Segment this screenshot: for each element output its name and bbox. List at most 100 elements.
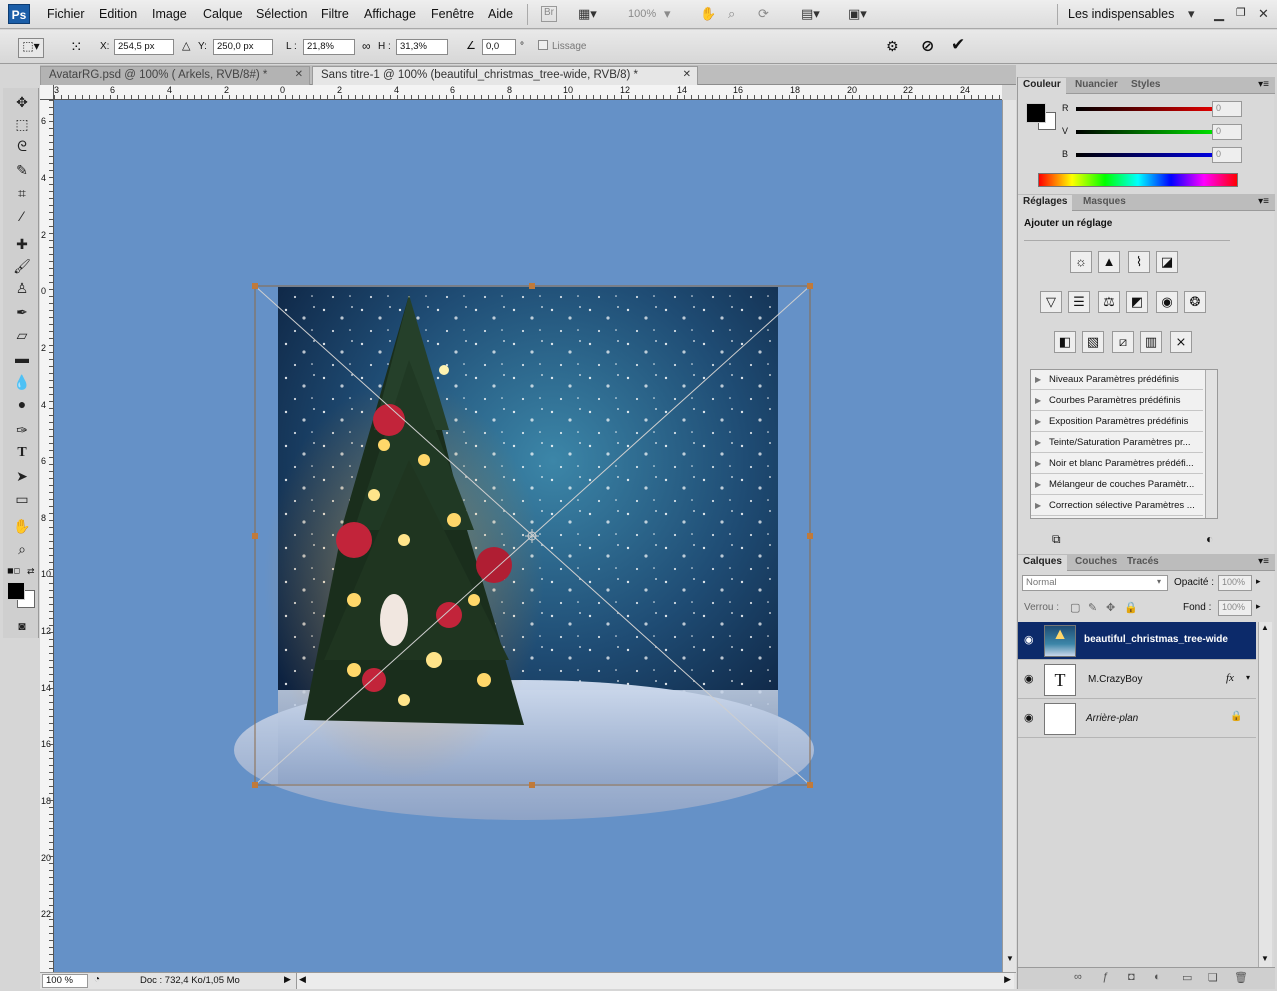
horizontal-scrollbar[interactable]: ◀ ▶ [296, 973, 1014, 989]
canvas-artwork[interactable] [54, 100, 1002, 972]
lissage-checkbox[interactable] [538, 40, 548, 50]
adjustment-layer-icon[interactable]: ◐ [1154, 971, 1161, 983]
expand-arrow-icon[interactable]: ▶ [1035, 438, 1041, 447]
color-spectrum-bar[interactable] [1038, 173, 1238, 187]
menu-selection[interactable]: Sélection [256, 7, 307, 21]
dodge-tool-icon[interactable]: ● [11, 394, 33, 414]
panel-menu-icon[interactable]: ▾≡ [1258, 79, 1269, 90]
expand-arrow-icon[interactable]: ▶ [1035, 501, 1041, 510]
brush-tool-icon[interactable]: 🖌 [11, 256, 33, 276]
presets-scrollbar[interactable] [1205, 370, 1217, 518]
close-icon[interactable]: ✕ [683, 69, 691, 80]
trash-icon[interactable]: 🗑 [1234, 971, 1248, 984]
vertical-scrollbar[interactable]: ▼ [1002, 100, 1016, 972]
close-icon[interactable]: ✕ [295, 69, 303, 80]
layer-effects-icon[interactable]: fx [1226, 672, 1234, 684]
opacity-field[interactable]: 100% [1218, 575, 1252, 591]
black-white-icon[interactable]: ◩ [1126, 291, 1148, 313]
channel-mixer-icon[interactable]: ❂ [1184, 291, 1206, 313]
lasso-tool-icon[interactable]: ᘓ [11, 136, 33, 156]
menu-filtre[interactable]: Filtre [321, 7, 349, 21]
link-layers-icon[interactable]: ∞ [1074, 971, 1082, 983]
threshold-icon[interactable]: ⧄ [1112, 331, 1134, 353]
status-arrow-icon[interactable]: ▶ [284, 974, 291, 985]
gradient-tool-icon[interactable]: ▬ [11, 348, 33, 368]
christmas-tree-image[interactable] [234, 287, 814, 820]
lock-transparency-icon[interactable]: ▢ [1070, 601, 1080, 614]
brightness-icon[interactable]: ☼ [1070, 251, 1092, 273]
vibrance-icon[interactable]: ▽ [1040, 291, 1062, 313]
stamp-tool-icon[interactable]: ♙ [11, 278, 33, 298]
layer-row[interactable]: ◉ Arrière-plan 🔒 [1018, 700, 1256, 738]
opacity-arrow-icon[interactable]: ▸ [1256, 576, 1261, 587]
marquee-tool-icon[interactable]: ⬚ [11, 114, 33, 134]
add-style-icon[interactable]: ƒ [1102, 971, 1108, 983]
menu-affichage[interactable]: Affichage [364, 7, 416, 21]
default-colors-icon[interactable]: ◼◻ [7, 566, 20, 575]
height-percent-field[interactable]: 31,3% [396, 39, 448, 55]
type-tool-icon[interactable]: T [11, 443, 33, 463]
scroll-right-icon[interactable]: ▶ [1004, 974, 1011, 985]
eyedropper-tool-icon[interactable]: ⁄ [11, 206, 33, 226]
history-brush-tool-icon[interactable]: ✒ [11, 302, 33, 322]
extras-icon[interactable]: ▦▾ [578, 6, 597, 22]
expand-arrow-icon[interactable]: ▶ [1035, 417, 1041, 426]
scroll-left-icon[interactable]: ◀ [299, 974, 306, 985]
menu-image[interactable]: Image [152, 7, 187, 21]
restore-icon[interactable]: ❐ [1236, 6, 1246, 22]
rotate-view-icon[interactable]: ⟳ [758, 6, 769, 22]
cancel-transform-icon[interactable]: ⊘ [921, 36, 934, 56]
menu-aide[interactable]: Aide [488, 7, 513, 21]
menu-edition[interactable]: Edition [99, 7, 137, 21]
preset-noir-et-blanc[interactable]: Noir et blanc Paramètres prédéfi... [1031, 454, 1203, 474]
pen-tool-icon[interactable]: ✑ [11, 420, 33, 440]
blue-value-field[interactable]: 0 [1212, 147, 1242, 163]
new-group-icon[interactable]: ▭ [1182, 971, 1192, 984]
expand-arrow-icon[interactable]: ▶ [1035, 480, 1041, 489]
gradient-map-icon[interactable]: ▥ [1140, 331, 1162, 353]
zoom-field[interactable]: 100 % [42, 974, 88, 988]
blend-mode-select[interactable]: Normal [1022, 575, 1168, 591]
color-balance-icon[interactable]: ⚖ [1098, 291, 1120, 313]
red-value-field[interactable]: 0 [1212, 101, 1242, 117]
relative-position-icon[interactable]: △ [182, 39, 190, 52]
red-slider[interactable] [1076, 107, 1232, 111]
angle-field[interactable]: 0,0 [482, 39, 516, 55]
layer-row[interactable]: ◉ ▲ beautiful_christmas_tree-wide [1018, 622, 1256, 660]
workspace-switcher[interactable]: Les indispensables [1068, 7, 1174, 21]
y-position-field[interactable]: 250,0 px [213, 39, 273, 55]
selective-color-icon[interactable]: ⨯ [1170, 331, 1192, 353]
menu-calque[interactable]: Calque [203, 7, 243, 21]
eye-icon[interactable]: ◉ [1024, 711, 1034, 724]
move-tool-icon[interactable]: ✥ [11, 92, 33, 112]
width-percent-field[interactable]: 21,8% [303, 39, 355, 55]
swap-colors-icon[interactable]: ⇄ [27, 566, 35, 577]
preset-teinte-saturation[interactable]: Teinte/Saturation Paramètres pr... [1031, 433, 1203, 453]
horizontal-ruler[interactable]: 3 6 4 2 0 2 4 6 8 10 12 14 16 18 20 22 2… [54, 85, 1002, 100]
scroll-up-icon[interactable]: ▲ [1261, 623, 1269, 632]
eye-icon[interactable]: ◉ [1024, 672, 1034, 685]
tab-traces[interactable]: Tracés [1122, 555, 1164, 571]
foreground-color-swatch[interactable] [1026, 103, 1046, 123]
blue-slider[interactable] [1076, 153, 1232, 157]
preset-niveaux[interactable]: Niveaux Paramètres prédéfinis [1031, 370, 1203, 390]
warp-mode-icon[interactable]: ⚙ [886, 38, 899, 55]
tab-couleur[interactable]: Couleur [1018, 78, 1066, 94]
panel-menu-icon[interactable]: ▾≡ [1258, 556, 1269, 567]
green-value-field[interactable]: 0 [1212, 124, 1242, 140]
blur-tool-icon[interactable]: 💧 [11, 372, 33, 392]
levels-icon[interactable]: ▲ [1098, 251, 1120, 273]
preset-exposition[interactable]: Exposition Paramètres prédéfinis [1031, 412, 1203, 432]
preset-courbes[interactable]: Courbes Paramètres prédéfinis [1031, 391, 1203, 411]
hand-icon[interactable]: ✋ [700, 6, 716, 22]
chevron-down-icon[interactable]: ▾ [1188, 6, 1195, 22]
tab-styles[interactable]: Styles [1126, 78, 1165, 94]
tab-nuancier[interactable]: Nuancier [1070, 78, 1123, 94]
close-icon[interactable]: ✕ [1258, 6, 1269, 22]
arrange-documents-icon[interactable]: ▤▾ [801, 6, 820, 22]
chevron-down-icon[interactable]: ▾ [1157, 577, 1161, 586]
new-layer-icon[interactable]: ❏ [1208, 971, 1218, 984]
document-canvas[interactable] [54, 100, 1002, 972]
mask-view-icon[interactable]: ◐ [1206, 532, 1213, 546]
add-mask-icon[interactable]: ◘ [1128, 971, 1135, 983]
